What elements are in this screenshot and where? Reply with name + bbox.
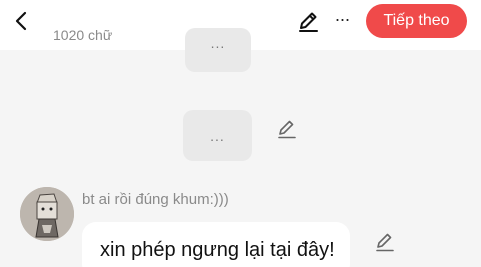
message-bubble-2[interactable]: ...	[183, 110, 252, 161]
next-button[interactable]: Tiếp theo	[366, 4, 467, 38]
word-count: 1020 chữ	[53, 27, 113, 43]
edit-message-button[interactable]	[276, 118, 298, 140]
character-avatar-image	[20, 187, 74, 241]
message-bubble-1[interactable]: ...	[185, 28, 251, 72]
pen-icon	[299, 12, 318, 32]
edit-button[interactable]	[296, 9, 320, 33]
pen-icon	[278, 120, 296, 139]
message-bubble-3[interactable]: xin phép ngưng lại tại đây!	[82, 222, 350, 267]
more-options-button[interactable]: ···	[330, 9, 354, 33]
edit-message-button[interactable]	[374, 231, 396, 253]
back-button[interactable]	[8, 8, 34, 34]
author-name: bt ai rồi đúng khum:)))	[82, 191, 229, 208]
avatar[interactable]	[20, 187, 74, 241]
chevron-left-icon	[15, 11, 27, 31]
pen-icon	[376, 233, 394, 252]
